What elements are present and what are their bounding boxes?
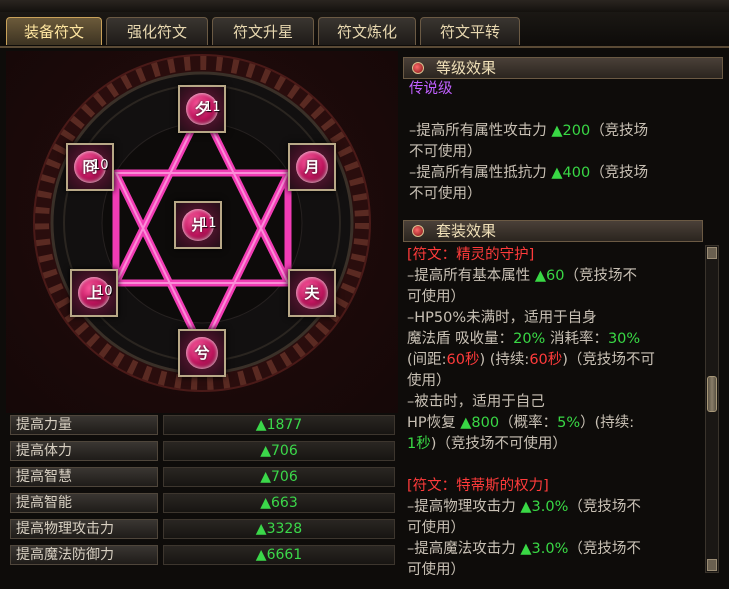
level-effect-section: 等级效果 传说级 –提高所有属性攻击力 ▲200（竞技场 不可使用） –提高所有… xyxy=(403,57,723,205)
effect-note-cont: 可使用） xyxy=(407,562,465,575)
rune-slot-lower-right[interactable]: 夫 xyxy=(288,269,336,317)
effect-text: 魔法盾 吸收量： xyxy=(407,331,514,347)
effect-text: ）(持续: xyxy=(580,415,635,431)
rune-slot-upper-left[interactable]: 冏 10 xyxy=(66,143,114,191)
effect-note: （竞技场 xyxy=(590,165,649,181)
set-effect-title: 套装效果 xyxy=(436,222,497,240)
effect-text: –提高所有基本属性 xyxy=(407,268,535,284)
stat-row: 提高魔法防御力 ▲6661 xyxy=(8,544,398,566)
effect-value: ▲400 xyxy=(551,165,591,181)
tab-rune-refine[interactable]: 符文炼化 xyxy=(318,17,416,45)
effect-note: （竞技场不 xyxy=(564,268,637,284)
effect-value: 5% xyxy=(557,415,581,431)
set-effect-body: [符文：精灵的守护] –提高所有基本属性 ▲60（竞技场不 可使用） –HP50… xyxy=(403,245,703,575)
stat-row: 提高体力 ▲706 xyxy=(8,440,398,462)
level-effect-line: –提高所有属性抵抗力 ▲400（竞技场 xyxy=(409,163,723,184)
rune-slot-lower-left[interactable]: 上 10 xyxy=(70,269,118,317)
tab-equip-rune[interactable]: 装备符文 xyxy=(6,17,102,45)
set-effect-section: 套装效果 xyxy=(403,220,703,242)
stat-label: 提高体力 xyxy=(10,441,158,461)
rune-slot-upper-right[interactable]: 月 xyxy=(288,143,336,191)
stat-value: ▲1877 xyxy=(163,415,395,435)
stat-value: ▲706 xyxy=(163,467,395,487)
rune-slot-top[interactable]: 夕 11 xyxy=(178,85,226,133)
effect-text: –提高所有属性攻击力 xyxy=(409,123,552,139)
effect-value: ▲60 xyxy=(534,268,565,284)
effect-note-cont: 不可使用） xyxy=(409,186,482,202)
level-effect-body: 传说级 –提高所有属性攻击力 ▲200（竞技场 不可使用） –提高所有属性抵抗力… xyxy=(403,79,723,205)
effect-text: （概率： xyxy=(499,415,558,431)
effect-note-cont: 不可使用） xyxy=(409,144,482,160)
level-effect-header: 等级效果 xyxy=(403,57,723,79)
effect-value: ▲800 xyxy=(460,415,500,431)
rune-glyph: 兮 xyxy=(194,344,210,362)
rune-level: 10 xyxy=(92,158,109,173)
rune-slot-center[interactable]: 爿 11 xyxy=(174,201,222,249)
rune-glyph: 月 xyxy=(304,158,320,176)
effect-text: ) (持续: xyxy=(479,352,530,368)
set-effect-scroll-area[interactable]: [符文：精灵的守护] –提高所有基本属性 ▲60（竞技场不 可使用） –HP50… xyxy=(403,245,703,575)
stat-label: 提高力量 xyxy=(10,415,158,435)
set-effect-scrollbar[interactable] xyxy=(705,245,719,573)
rune-slot-bottom[interactable]: 兮 xyxy=(178,329,226,377)
stat-value: ▲3328 xyxy=(163,519,395,539)
rune-glyph: 夫 xyxy=(304,284,320,302)
tab-rune-transfer[interactable]: 符文平转 xyxy=(420,17,520,45)
effect-value: 60秒 xyxy=(446,352,480,368)
effect-note: （竞技场 xyxy=(590,123,649,139)
stat-label: 提高物理攻击力 xyxy=(10,519,158,539)
stat-value: ▲663 xyxy=(163,493,395,513)
tab-enhance-rune[interactable]: 强化符文 xyxy=(106,17,208,45)
stat-row: 提高智慧 ▲706 xyxy=(8,466,398,488)
effect-note: （竞技场不 xyxy=(568,541,641,557)
effect-note: )（竞技场不可使用） xyxy=(430,436,567,452)
stat-row: 提高物理攻击力 ▲3328 xyxy=(8,518,398,540)
rune-level: 10 xyxy=(96,284,113,299)
effect-text: 消耗率： xyxy=(545,331,608,347)
level-effect-title: 等级效果 xyxy=(436,59,497,77)
effect-note-cont: 可使用） xyxy=(407,289,465,305)
effect-text: HP恢复 xyxy=(407,415,461,431)
effect-value: ▲3.0% xyxy=(520,499,569,515)
effect-text: –提高物理攻击力 xyxy=(407,499,521,515)
scroll-up-arrow-icon[interactable] xyxy=(707,247,717,259)
orb-icon xyxy=(412,225,424,237)
rune-circle-panel: 夕 11 冏 10 月 爿 11 上 10 夫 兮 xyxy=(6,51,398,413)
effect-value: ▲200 xyxy=(551,123,591,139)
stat-label: 提高智能 xyxy=(10,493,158,513)
set-effect-header: 套装效果 xyxy=(403,220,703,242)
rune-level: 11 xyxy=(204,100,221,115)
effect-value: 30% xyxy=(607,331,641,347)
tab-bar: 装备符文 强化符文 符文升星 符文炼化 符文平转 xyxy=(0,12,729,48)
rune-level: 11 xyxy=(200,216,217,231)
scroll-thumb[interactable] xyxy=(707,376,717,412)
effect-value: 60秒 xyxy=(529,352,563,368)
effect-value: ▲3.0% xyxy=(520,541,569,557)
stat-row: 提高力量 ▲1877 xyxy=(8,414,398,436)
effect-text: –被击时，适用于自己 xyxy=(407,394,545,410)
effect-note: )（竞技场不可 xyxy=(562,352,655,368)
orb-icon xyxy=(412,62,424,74)
effect-note-cont: 可使用） xyxy=(407,520,465,536)
stat-row: 提高智能 ▲663 xyxy=(8,492,398,514)
effect-note-cont: 使用） xyxy=(407,373,451,389)
stat-value: ▲6661 xyxy=(163,545,395,565)
stat-label: 提高智慧 xyxy=(10,467,158,487)
set-name: [符文：精灵的守护] xyxy=(407,247,535,263)
stat-value: ▲706 xyxy=(163,441,395,461)
effect-text: –HP50%未满时，适用于自身 xyxy=(407,310,597,326)
effect-value: 1秒 xyxy=(407,436,431,452)
effect-text: –提高魔法攻击力 xyxy=(407,541,521,557)
effect-text: (间距: xyxy=(407,352,447,368)
set-name: [符文：特蒂斯的权力] xyxy=(407,478,549,494)
tab-rune-star[interactable]: 符文升星 xyxy=(212,17,314,45)
stat-label: 提高魔法防御力 xyxy=(10,545,158,565)
grade-label: 传说级 xyxy=(409,81,453,97)
effect-note: （竞技场不 xyxy=(568,499,641,515)
level-effect-line: –提高所有属性攻击力 ▲200（竞技场 xyxy=(409,121,723,142)
effect-value: 20% xyxy=(513,331,546,347)
effect-text: –提高所有属性抵抗力 xyxy=(409,165,552,181)
scroll-down-arrow-icon[interactable] xyxy=(707,559,717,571)
